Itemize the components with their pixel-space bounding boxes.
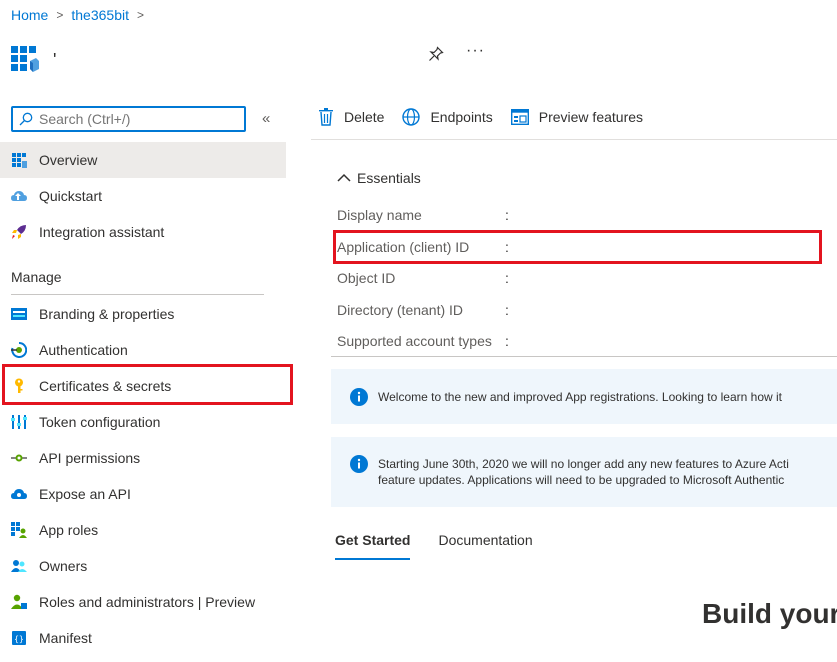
sidebar-item-label: Roles and administrators | Preview — [39, 594, 256, 610]
app-registration-icon — [11, 46, 39, 72]
roles-icon — [11, 594, 27, 610]
essentials-colon: : — [505, 333, 509, 349]
app-name: ' — [53, 49, 57, 70]
section-heading-manage: Manage — [11, 269, 62, 285]
preview-features-icon — [510, 109, 529, 125]
info-icon — [350, 455, 368, 473]
essentials-colon: : — [505, 302, 509, 318]
welcome-banner-text: Welcome to the new and improved App regi… — [378, 390, 783, 404]
sidebar-item-manifest[interactable]: {} Manifest — [0, 620, 286, 656]
cloud-icon — [11, 486, 27, 502]
essentials-colon: : — [505, 270, 509, 286]
chevron-right-icon: > — [56, 8, 64, 22]
essentials-label-tenant-id: Directory (tenant) ID — [337, 302, 464, 318]
svg-text:{}: {} — [14, 635, 24, 644]
sidebar-item-label: Quickstart — [39, 188, 103, 204]
api-permissions-icon — [11, 450, 27, 466]
chevron-up-icon — [337, 173, 351, 182]
sidebar-item-label: Certificates & secrets — [39, 378, 172, 394]
sidebar-item-label: Integration assistant — [39, 224, 165, 240]
sidebar-item-integration-assistant[interactable]: Integration assistant — [0, 214, 286, 250]
sidebar-item-owners[interactable]: Owners — [0, 548, 286, 584]
sidebar-item-label: Overview — [39, 152, 98, 168]
toolbar-divider — [311, 139, 837, 140]
essentials-label-display-name: Display name — [337, 207, 422, 223]
branding-icon — [11, 306, 27, 322]
quickstart-icon — [11, 188, 27, 204]
sidebar-item-branding[interactable]: Branding & properties — [0, 296, 286, 332]
more-options-icon[interactable]: ··· — [466, 42, 485, 60]
sidebar-item-certificates-secrets[interactable]: Certificates & secrets — [0, 368, 286, 404]
delete-button[interactable]: Delete — [318, 108, 384, 126]
welcome-banner: Welcome to the new and improved App regi… — [331, 369, 837, 424]
sidebar-item-label: Branding & properties — [39, 306, 175, 322]
content-tabs: Get Started Documentation — [335, 532, 561, 560]
preview-features-label: Preview features — [538, 109, 644, 125]
app-roles-icon — [11, 522, 27, 538]
search-icon — [19, 112, 33, 126]
sidebar-item-label: Expose an API — [39, 486, 131, 502]
deprecation-banner-line1: Starting June 30th, 2020 we will no long… — [378, 457, 789, 471]
essentials-title: Essentials — [357, 170, 421, 186]
pin-icon[interactable] — [428, 46, 444, 62]
sidebar-item-label: API permissions — [39, 450, 141, 466]
essentials-label-client-id: Application (client) ID — [337, 239, 470, 255]
sidebar-item-label: App roles — [39, 522, 99, 538]
globe-icon — [402, 108, 421, 126]
app-header: ' — [11, 46, 56, 74]
manifest-icon: {} — [11, 630, 27, 646]
sidebar-item-authentication[interactable]: Authentication — [0, 332, 286, 368]
breadcrumb-tenant[interactable]: the365bit — [71, 7, 129, 23]
main-heading: Build your — [702, 598, 837, 629]
essentials-colon: : — [505, 207, 509, 223]
essentials-divider — [331, 356, 837, 357]
owners-icon — [11, 558, 27, 574]
sidebar-item-label: Token configuration — [39, 414, 161, 430]
search-box[interactable] — [11, 106, 246, 132]
deprecation-banner: Starting June 30th, 2020 we will no long… — [331, 437, 837, 507]
breadcrumb: Home > the365bit > — [11, 7, 152, 23]
key-icon — [11, 378, 27, 394]
trash-icon — [319, 108, 333, 126]
overview-icon — [11, 152, 27, 168]
sidebar-item-token-configuration[interactable]: Token configuration — [0, 404, 286, 440]
token-icon — [11, 414, 27, 430]
essentials-colon: : — [505, 239, 509, 255]
sidebar-item-label: Manifest — [39, 630, 92, 646]
sidebar-item-expose-api[interactable]: Expose an API — [0, 476, 286, 512]
tab-documentation[interactable]: Documentation — [438, 532, 532, 560]
sidebar-item-label: Authentication — [39, 342, 128, 358]
collapse-sidebar-icon[interactable]: « — [262, 110, 270, 127]
section-divider — [11, 294, 264, 295]
essentials-label-account-types: Supported account types — [337, 333, 492, 349]
sidebar-item-roles-administrators[interactable]: Roles and administrators | Preview — [0, 584, 286, 620]
essentials-toggle[interactable]: Essentials — [337, 170, 421, 186]
chevron-right-icon: > — [136, 8, 144, 22]
breadcrumb-home[interactable]: Home — [11, 7, 48, 23]
endpoints-label: Endpoints — [430, 109, 493, 125]
deprecation-banner-line2: feature updates. Applications will need … — [378, 473, 785, 487]
sidebar-item-api-permissions[interactable]: API permissions — [0, 440, 286, 476]
sidebar-item-app-roles[interactable]: App roles — [0, 512, 286, 548]
sidebar-item-overview[interactable]: Overview — [0, 142, 286, 178]
delete-label: Delete — [344, 109, 385, 125]
tab-get-started[interactable]: Get Started — [335, 532, 411, 560]
command-bar: Delete Endpoints Preview features — [318, 108, 661, 126]
info-icon — [350, 388, 368, 406]
search-input[interactable] — [39, 111, 229, 127]
essentials-label-object-id: Object ID — [337, 270, 396, 286]
rocket-icon — [11, 224, 27, 240]
authentication-icon — [11, 342, 27, 358]
sidebar-item-label: Owners — [39, 558, 88, 574]
sidebar-item-quickstart[interactable]: Quickstart — [0, 178, 286, 214]
preview-features-button[interactable]: Preview features — [510, 109, 644, 125]
endpoints-button[interactable]: Endpoints — [402, 108, 493, 126]
